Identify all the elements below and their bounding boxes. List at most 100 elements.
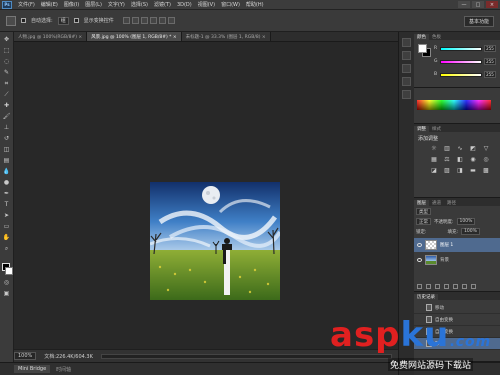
menu-image[interactable]: 图像(I) — [61, 1, 82, 8]
tab-channels[interactable]: 通道 — [429, 200, 444, 206]
menu-view[interactable]: 视图(V) — [195, 1, 218, 8]
align-right-icon[interactable] — [167, 17, 175, 24]
menu-file[interactable]: 文件(F) — [15, 1, 38, 8]
delete-layer-icon[interactable] — [471, 284, 476, 289]
workspace-button[interactable]: 基本功能 — [463, 16, 494, 27]
pen-tool-icon[interactable]: ✒ — [3, 190, 11, 198]
minimize-button[interactable]: — — [458, 1, 470, 8]
menu-window[interactable]: 窗口(W) — [218, 1, 243, 8]
menu-type[interactable]: 文字(Y) — [105, 1, 128, 8]
canvas-area[interactable] — [14, 42, 398, 349]
actions-panel-icon[interactable] — [402, 51, 411, 60]
blue-value[interactable]: 255 — [484, 71, 496, 78]
exposure-icon[interactable]: ◩ — [469, 145, 477, 153]
align-left-icon[interactable] — [149, 17, 157, 24]
auto-select-checkbox[interactable] — [21, 18, 26, 23]
menu-filter[interactable]: 滤镜(T) — [151, 1, 174, 8]
invert-icon[interactable]: ◪ — [430, 167, 438, 175]
clone-stamp-tool-icon[interactable]: ⊥ — [3, 124, 11, 132]
new-group-icon[interactable] — [453, 284, 458, 289]
layer-row-1[interactable]: 图层 1 — [414, 238, 500, 252]
vibrance-icon[interactable]: ▽ — [482, 145, 490, 153]
align-bottom-icon[interactable] — [140, 17, 148, 24]
photo-filter-icon[interactable]: ◉ — [469, 156, 477, 164]
document-image[interactable] — [150, 182, 280, 300]
healing-brush-tool-icon[interactable]: ✚ — [3, 102, 11, 110]
crop-tool-icon[interactable]: ⌗ — [3, 80, 11, 88]
tab-paths[interactable]: 路径 — [444, 200, 459, 206]
history-panel-icon[interactable] — [402, 38, 411, 47]
photoshop-logo[interactable]: Ps — [2, 0, 12, 9]
threshold-icon[interactable]: ◨ — [456, 167, 464, 175]
blue-slider[interactable] — [440, 72, 482, 77]
zoom-level[interactable]: 100% — [14, 352, 37, 360]
history-item[interactable]: 移动 — [414, 302, 500, 314]
new-adjustment-icon[interactable] — [444, 284, 449, 289]
history-brush-tool-icon[interactable]: ↺ — [3, 135, 11, 143]
quick-mask-icon[interactable]: ◎ — [3, 279, 11, 287]
eraser-tool-icon[interactable]: ◫ — [3, 146, 11, 154]
new-layer-icon[interactable] — [462, 284, 467, 289]
red-value[interactable]: 255 — [484, 45, 496, 52]
blend-mode-dropdown[interactable]: 正常 — [416, 218, 431, 225]
layer-style-icon[interactable] — [426, 284, 431, 289]
transform-controls-checkbox[interactable] — [73, 18, 79, 23]
fill-field[interactable]: 100% — [461, 228, 480, 235]
auto-select-dropdown[interactable]: 组 — [57, 16, 69, 25]
character-panel-icon[interactable] — [402, 77, 411, 86]
brush-tool-icon[interactable]: 🖌 — [3, 113, 11, 121]
color-balance-icon[interactable]: ⚖ — [443, 156, 451, 164]
menu-help[interactable]: 帮助(H) — [243, 1, 267, 8]
screen-mode-icon[interactable]: ▣ — [3, 290, 11, 298]
visibility-eye-icon[interactable] — [417, 258, 422, 262]
menu-select[interactable]: 选择(S) — [128, 1, 151, 8]
align-vcenter-icon[interactable] — [131, 17, 139, 24]
move-tool-preset-icon[interactable] — [6, 15, 16, 26]
shape-tool-icon[interactable]: ▭ — [3, 223, 11, 231]
menu-edit[interactable]: 编辑(E) — [38, 1, 61, 8]
tab-mini-bridge[interactable]: Mini Bridge — [14, 365, 51, 373]
layer-filter-dropdown[interactable]: 类型 — [416, 208, 431, 215]
red-slider[interactable] — [440, 46, 482, 51]
gradient-map-icon[interactable]: ▬ — [469, 167, 477, 175]
link-layers-icon[interactable] — [417, 284, 422, 289]
hand-tool-icon[interactable]: ✋ — [3, 234, 11, 242]
tab-document-1[interactable]: 人物.jpg @ 100%(RGB/8#) × — [14, 32, 88, 41]
color-panel-foreground-swatch[interactable] — [418, 44, 427, 53]
layer-row-background[interactable]: 背景 — [414, 253, 500, 267]
posterize-icon[interactable]: ▨ — [443, 167, 451, 175]
quick-select-tool-icon[interactable]: ✎ — [3, 69, 11, 77]
brightness-contrast-icon[interactable]: ☼ — [430, 145, 438, 153]
type-tool-icon[interactable]: T — [3, 201, 11, 209]
black-white-icon[interactable]: ◧ — [456, 156, 464, 164]
tab-swatches[interactable]: 色板 — [429, 34, 444, 40]
tab-adjustments[interactable]: 调整 — [414, 126, 429, 132]
layer-mask-icon[interactable] — [435, 284, 440, 289]
eyedropper-tool-icon[interactable]: ⟋ — [3, 91, 11, 99]
paragraph-panel-icon[interactable] — [402, 90, 411, 99]
green-slider[interactable] — [440, 59, 482, 64]
tab-document-3[interactable]: 未标题-1 @ 33.3% (图层 1, RGB/8) × — [181, 32, 271, 41]
tab-document-2[interactable]: 风景.jpg @ 100% (图层 1, RGB/8#) * × — [87, 32, 182, 41]
visibility-eye-icon[interactable] — [417, 243, 422, 247]
curves-icon[interactable]: ∿ — [456, 145, 464, 153]
menu-layer[interactable]: 图层(L) — [82, 1, 105, 8]
background-color-swatch[interactable] — [4, 267, 13, 275]
opacity-field[interactable]: 100% — [456, 218, 476, 225]
levels-icon[interactable]: ▥ — [443, 145, 451, 153]
menu-3d[interactable]: 3D(D) — [174, 2, 195, 8]
properties-panel-icon[interactable] — [402, 64, 411, 73]
maximize-button[interactable]: □ — [472, 1, 484, 8]
marquee-tool-icon[interactable]: ⬚ — [3, 47, 11, 55]
lasso-tool-icon[interactable]: ◌ — [3, 58, 11, 66]
tab-color[interactable]: 颜色 — [414, 34, 429, 40]
color-swatches[interactable] — [1, 262, 13, 276]
hue-saturation-icon[interactable]: ▦ — [430, 156, 438, 164]
tab-layers[interactable]: 图层 — [414, 200, 429, 206]
selective-color-icon[interactable]: ▩ — [482, 167, 490, 175]
tab-styles[interactable]: 样式 — [429, 126, 444, 132]
tab-history[interactable]: 历史记录 — [414, 294, 438, 300]
align-hcenter-icon[interactable] — [158, 17, 166, 24]
align-top-icon[interactable] — [122, 17, 130, 24]
dodge-tool-icon[interactable]: ● — [3, 179, 11, 187]
